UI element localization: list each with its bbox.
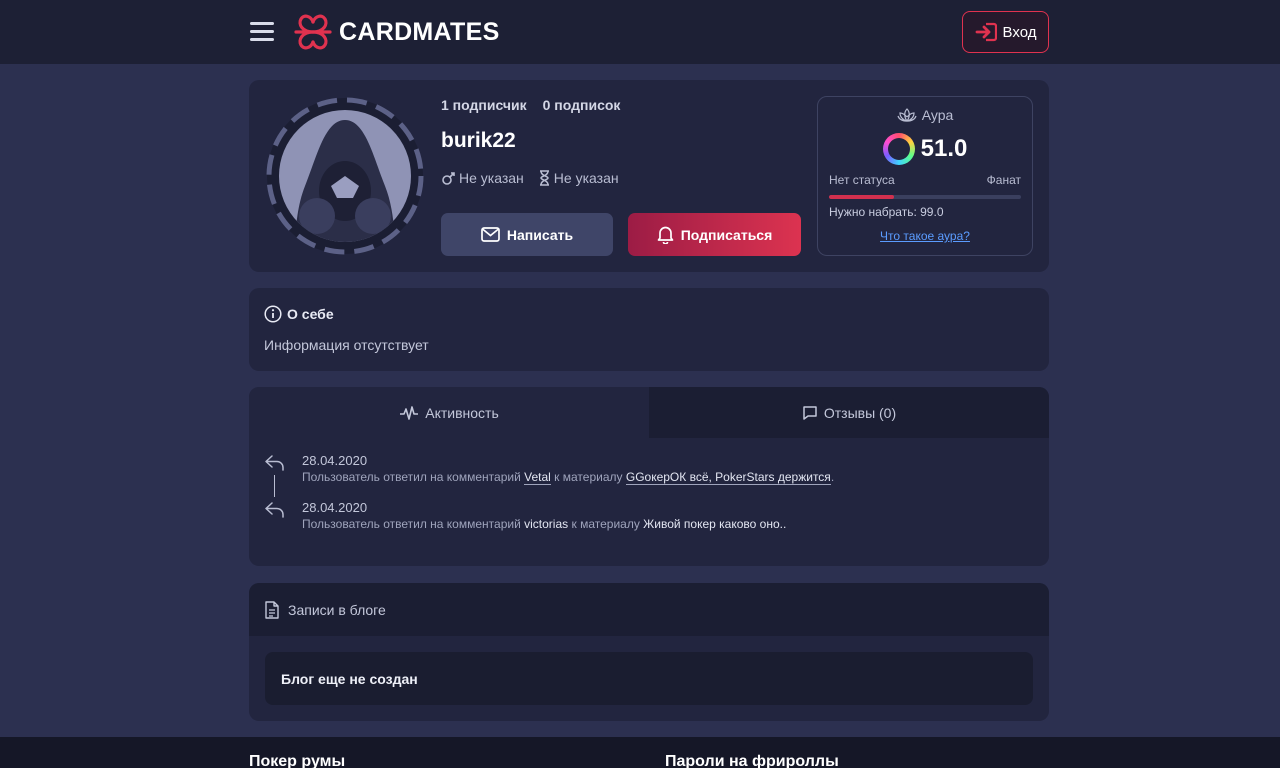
activity-prefix: Пользователь ответил на комментарий [302,470,521,484]
activity-material-link[interactable]: GGокерОК всё, PokerStars держится [625,470,831,485]
aura-ring-icon [882,133,915,165]
activity-text: Пользователь ответил на комментарий vict… [302,516,834,533]
gender-info: Не указан [441,170,524,186]
footer: Покер румы Пароли на фрироллы [0,737,1280,768]
login-icon [975,22,997,42]
activity-suffix: . [830,470,835,484]
lotus-icon [897,108,917,122]
aura-title-text: Аура [921,107,954,123]
blog-empty-message: Блог еще не создан [265,652,1033,705]
followers-count[interactable]: 1 подписчик [441,97,527,113]
reply-icon [265,455,284,471]
activity-material-link[interactable]: Живой покер каково оно.. [643,517,786,531]
reply-icon [265,502,284,518]
age-value: Не указан [553,170,619,186]
activity-middle: к материалу [571,517,640,531]
bell-icon [657,226,674,244]
aura-title: Аура [818,107,1032,123]
pulse-icon [400,405,419,420]
about-title-text: О себе [287,306,334,322]
top-header: CARDMATES Вход [0,0,1280,64]
tab-reviews-label: Отзывы (0) [823,404,897,421]
aura-panel: Аура 51.0 Нет статуса Фанат Нужно набрат… [817,96,1033,256]
aura-help-link[interactable]: Что такое аура? [818,229,1032,243]
profile-card: 1 подписчик 0 подписок burik22 Не указан… [249,80,1049,272]
aura-progress-bar [829,195,1021,199]
tab-reviews[interactable]: Отзывы (0) [649,387,1049,438]
about-card: О себе Информация отсутствует [249,288,1049,371]
write-label: Написать [506,226,574,243]
logo-text: CARDMATES [339,17,500,46]
activity-item: 28.04.2020 Пользователь ответил на комме… [264,500,834,547]
activity-item: 28.04.2020 Пользователь ответил на комме… [264,453,834,500]
blog-title: Записи в блоге [288,601,386,618]
subscribe-label: Подписаться [680,226,773,243]
cardmates-logo-icon [294,14,332,50]
age-info: Не указан [538,170,619,186]
aura-status: Нет статуса Фанат [829,173,1021,187]
blog-header: Записи в блоге [249,583,1049,636]
aura-status-current: Нет статуса [829,173,895,187]
comment-icon [803,405,817,420]
about-title: О себе [264,305,334,323]
tab-activity[interactable]: Активность [249,387,649,438]
gender-icon [442,172,455,185]
login-label: Вход [1002,23,1037,41]
aura-need: Нужно набрать: 99.0 [829,205,944,219]
footer-heading-poker-rooms: Покер румы [249,753,346,768]
username: burik22 [441,129,516,152]
logo[interactable]: CARDMATES [292,11,500,53]
login-button[interactable]: Вход [962,11,1049,53]
aura-value: 51.0 [920,135,968,162]
activity-prefix: Пользователь ответил на комментарий [302,517,521,531]
follow-stats: 1 подписчик 0 подписок [441,97,620,113]
aura-status-next: Фанат [986,173,1021,187]
profile-meta: Не указан Не указан [441,170,619,186]
aura-score: 51.0 [818,133,1032,165]
write-message-button[interactable]: Написать [441,213,613,256]
aura-progress-fill [829,195,895,199]
hourglass-icon [539,170,549,186]
gender-value: Не указан [459,170,524,186]
timeline-connector [274,475,275,497]
activity-list: 28.04.2020 Пользователь ответил на комме… [264,453,834,547]
activity-middle: к материалу [554,470,623,484]
activity-user-link[interactable]: victorias [524,517,568,531]
blog-card: Записи в блоге Блог еще не создан [249,583,1049,721]
subscribe-button[interactable]: Подписаться [628,213,801,256]
activity-card: Активность Отзывы (0) 28.04.2020 Пользов… [249,387,1049,566]
document-icon [265,600,279,619]
footer-heading-freeroll-passwords: Пароли на фрироллы [665,753,839,768]
mail-icon [481,227,500,242]
activity-tabs: Активность Отзывы (0) [249,387,1049,438]
activity-user-link[interactable]: Vetal [524,470,551,485]
following-count[interactable]: 0 подписок [543,97,621,113]
activity-text: Пользователь ответил на комментарий Veta… [302,469,834,486]
activity-date: 28.04.2020 [302,500,368,515]
menu-icon[interactable] [250,22,274,42]
info-icon [264,305,282,323]
about-text: Информация отсутствует [264,337,429,353]
tab-activity-label: Активность [425,404,499,421]
avatar [266,97,424,255]
activity-date: 28.04.2020 [302,453,368,468]
